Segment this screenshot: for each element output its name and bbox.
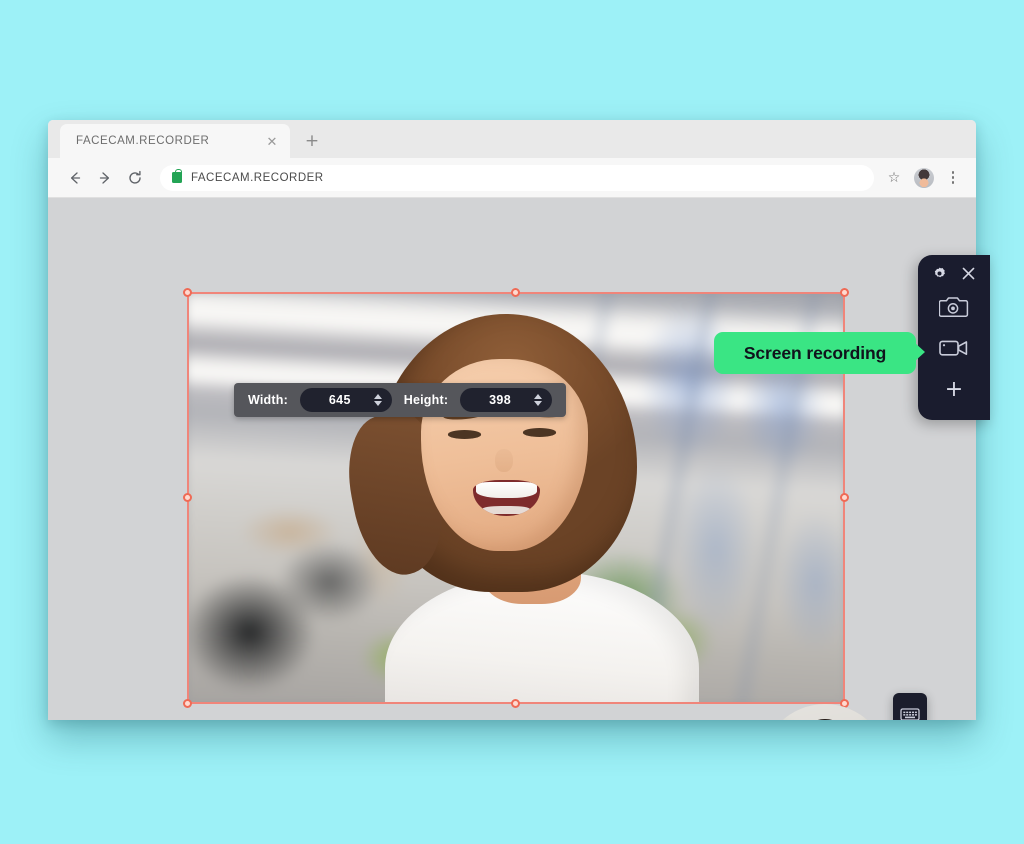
resize-handle-bottom-center[interactable] xyxy=(511,699,520,708)
screen-recording-tooltip: Screen recording xyxy=(714,332,925,374)
resize-handle-top-right[interactable] xyxy=(840,288,849,297)
height-value: 398 xyxy=(489,393,512,407)
recorder-side-panel: + xyxy=(918,255,990,420)
tab-title: FACECAM.RECORDER xyxy=(76,135,210,147)
webcam-bubble[interactable] xyxy=(761,704,889,720)
video-camera-icon[interactable] xyxy=(918,327,990,369)
tab-close-icon[interactable]: ✕ xyxy=(264,133,280,149)
width-value: 645 xyxy=(328,393,351,407)
resize-handle-top-center[interactable] xyxy=(511,288,520,297)
height-label: Height: xyxy=(403,393,449,407)
star-icon[interactable]: ☆ xyxy=(884,171,904,185)
tab-strip: FACECAM.RECORDER ✕ + xyxy=(48,120,976,158)
browser-tab[interactable]: FACECAM.RECORDER ✕ xyxy=(60,124,290,158)
keyboard-icon[interactable] xyxy=(897,701,923,720)
spinner-arrows-icon[interactable] xyxy=(533,394,542,406)
resize-handle-middle-right[interactable] xyxy=(840,493,849,502)
plus-icon[interactable]: + xyxy=(918,369,990,411)
reload-icon[interactable] xyxy=(122,165,148,191)
gear-icon[interactable] xyxy=(932,266,947,281)
back-arrow-icon[interactable] xyxy=(62,165,88,191)
address-bar-url: FACECAM.RECORDER xyxy=(191,171,324,184)
resize-handle-middle-left[interactable] xyxy=(183,493,192,502)
dimension-toolbar: Width: 645 Height: 398 xyxy=(234,383,566,417)
browser-window: FACECAM.RECORDER ✕ + FACECAM.RECORDER ☆ xyxy=(48,120,976,720)
lock-icon xyxy=(172,168,182,183)
browser-toolbar: FACECAM.RECORDER ☆ xyxy=(48,158,976,198)
address-bar[interactable]: FACECAM.RECORDER xyxy=(160,164,874,191)
kebab-menu-icon[interactable] xyxy=(944,171,962,184)
height-input[interactable]: 398 xyxy=(460,388,552,412)
forward-arrow-icon[interactable] xyxy=(92,165,118,191)
new-tab-button[interactable]: + xyxy=(302,131,322,151)
annotation-mini-toolbar xyxy=(893,693,927,720)
width-label: Width: xyxy=(248,393,288,407)
resize-handle-top-left[interactable] xyxy=(183,288,192,297)
resize-handle-bottom-left[interactable] xyxy=(183,699,192,708)
width-input[interactable]: 645 xyxy=(299,388,392,412)
avatar[interactable] xyxy=(914,167,934,188)
spinner-arrows-icon[interactable] xyxy=(373,394,382,406)
page-viewport: Width: 645 Height: 398 xyxy=(48,198,976,720)
camera-icon[interactable] xyxy=(918,285,990,327)
close-icon[interactable] xyxy=(961,266,976,281)
